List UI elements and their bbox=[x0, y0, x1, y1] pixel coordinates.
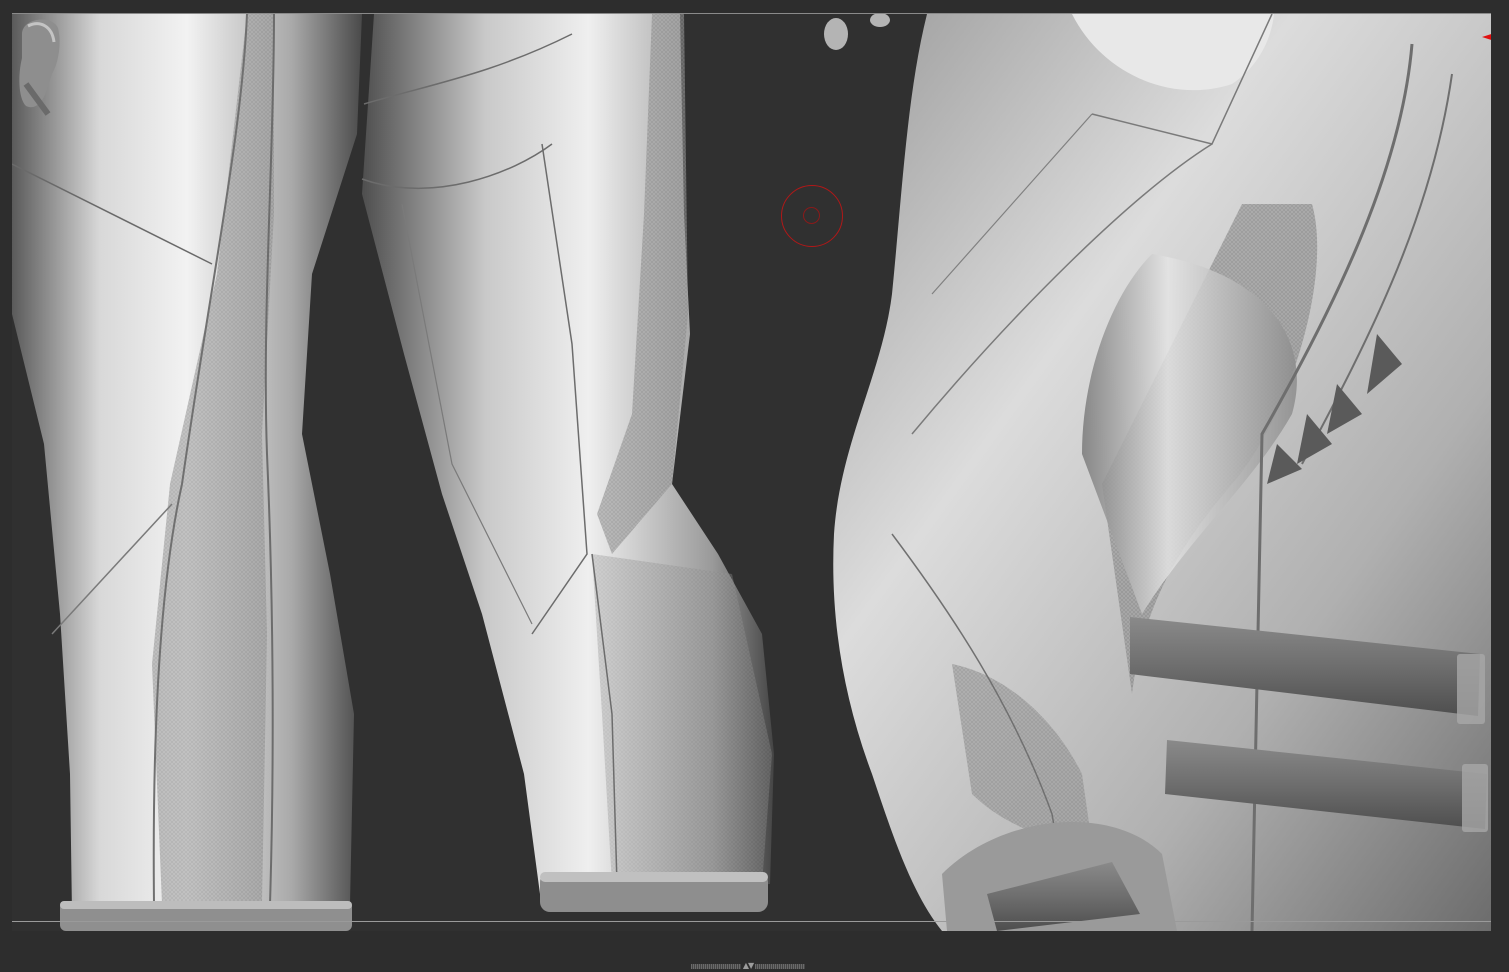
canvas-bottom-edge bbox=[12, 921, 1491, 922]
up-down-arrows-icon[interactable]: ▲▼ bbox=[743, 962, 754, 970]
top-mesh-fragment bbox=[824, 14, 890, 50]
3d-viewport[interactable]: ▲▼ bbox=[0, 0, 1509, 972]
brush-circle-icon bbox=[781, 185, 843, 247]
splitter-grip-left bbox=[690, 963, 741, 969]
axis-arrow-icon[interactable] bbox=[1482, 30, 1491, 44]
splitter-grip-right bbox=[755, 963, 806, 969]
sculpt-render bbox=[12, 14, 1491, 931]
gizmo-head-icon[interactable] bbox=[12, 14, 68, 118]
left-leg-mesh bbox=[12, 14, 362, 931]
right-leg-mesh bbox=[361, 14, 774, 912]
tray-splitter-handle[interactable]: ▲▼ bbox=[684, 962, 812, 970]
brush-focal-point bbox=[803, 207, 820, 224]
torso-mesh bbox=[833, 14, 1491, 931]
document-canvas[interactable] bbox=[12, 13, 1491, 931]
